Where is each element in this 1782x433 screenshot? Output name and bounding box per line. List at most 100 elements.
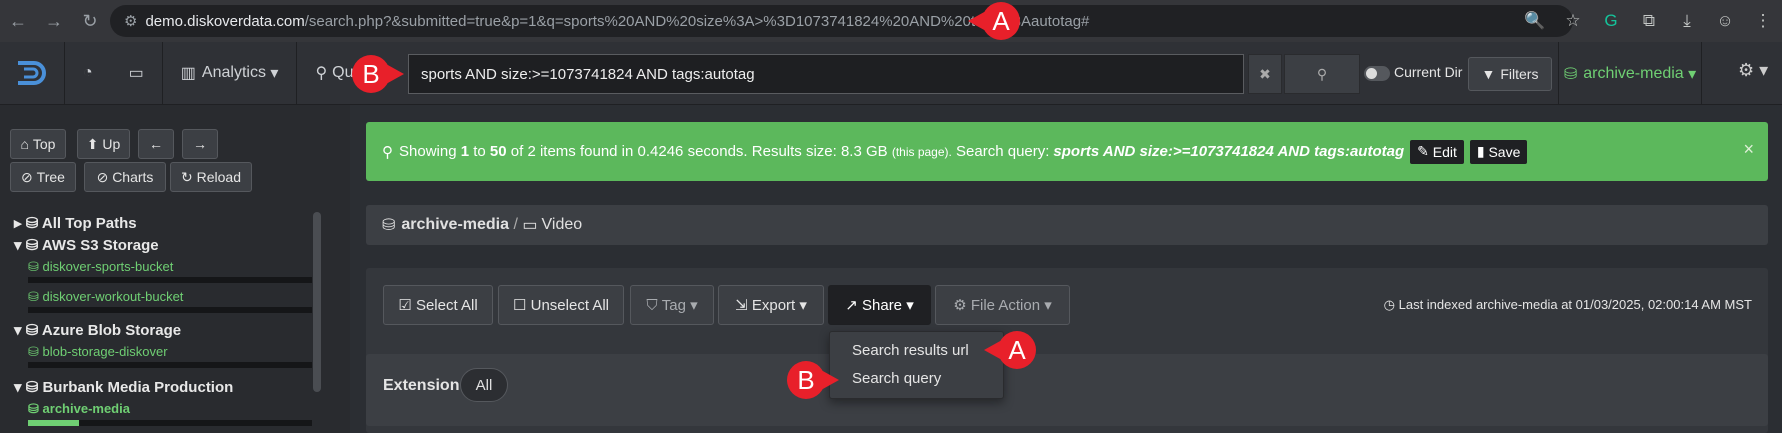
usage-bar <box>28 362 312 368</box>
arrow-left-icon: ← <box>149 136 163 152</box>
eye-slash-icon: ⊘ <box>96 168 109 185</box>
share-search-query[interactable]: Search query <box>852 370 941 387</box>
search-input[interactable]: sports AND size:>=1073741824 AND tags:au… <box>408 54 1244 94</box>
up-button[interactable]: ⬆ Up <box>77 129 130 159</box>
extension-label: Extension <box>383 377 460 394</box>
usage-bar <box>28 307 312 313</box>
close-alert-icon[interactable]: × <box>1743 139 1754 160</box>
share-dropdown: Search results url Search query <box>829 331 1004 399</box>
back-icon[interactable]: ← <box>0 11 36 32</box>
drive-icon: ⛁ <box>25 322 39 339</box>
tag-button[interactable]: ⛉ Tag ▾ <box>630 285 714 325</box>
drive-icon: ⛁ <box>25 379 39 396</box>
tree-toggle-button[interactable]: ⊘ Tree <box>10 162 76 192</box>
download-icon[interactable]: ⤓ <box>1668 11 1706 31</box>
tree-item-burbank[interactable]: ▾ ⛁ Burbank Media Production <box>14 378 233 396</box>
drive-icon: ⛁ <box>28 401 39 416</box>
usage-bar <box>28 277 312 283</box>
tree-leaf-aws-sports[interactable]: ⛁ diskover-sports-bucket <box>28 259 173 275</box>
current-dir-label: Current Dir <box>1394 64 1463 80</box>
back-button[interactable]: ← <box>138 129 174 159</box>
search-results-alert: ⚲ Showing 1 to 50 of 2 items found in 0.… <box>366 122 1768 181</box>
bookmark-star-icon[interactable]: ☆ <box>1554 11 1592 31</box>
refresh-icon: ↻ <box>181 168 193 185</box>
search-query-text: sports AND size:>=1073741824 AND tags:au… <box>1053 143 1405 160</box>
tree-leaf-aws-workout[interactable]: ⛁ diskover-workout-bucket <box>28 289 183 305</box>
share-icon: ↗ <box>845 297 858 314</box>
share-button[interactable]: ↗ Share ▾ <box>828 285 931 325</box>
filters-button[interactable]: ▼ Filters <box>1468 57 1552 91</box>
charts-toggle-button[interactable]: ⊘ Charts <box>84 162 166 192</box>
drive-icon: ⛁ <box>1563 65 1578 83</box>
save-query-button[interactable]: ▮ Save <box>1469 139 1528 164</box>
analytics-menu[interactable]: ▥ Analytics ▾ <box>163 42 297 105</box>
unselect-all-button[interactable]: ☐ Unselect All <box>498 285 624 325</box>
forward-button[interactable]: → <box>182 129 218 159</box>
callout-a-url: A <box>968 2 1020 40</box>
zoom-icon[interactable]: 🔍 <box>1516 11 1554 31</box>
tree-item-aws[interactable]: ▾ ⛁ AWS S3 Storage <box>14 236 159 254</box>
tree-item-all-top-paths[interactable]: ▸ ⛁ All Top Paths <box>14 214 137 232</box>
drive-icon: ⛁ <box>382 217 396 234</box>
top-button[interactable]: ⌂ Top <box>10 129 66 159</box>
dashboard-icon[interactable]: ◔ <box>65 42 111 105</box>
edit-query-button[interactable]: ✎ Edit <box>1410 139 1464 164</box>
drive-icon: ⛁ <box>28 344 39 359</box>
eye-slash-icon: ⊘ <box>21 168 33 185</box>
folder-icon[interactable]: ▭ <box>111 42 162 105</box>
usage-bar <box>28 420 312 426</box>
extensions-icon[interactable]: ⧉ <box>1630 11 1668 31</box>
drive-icon: ⛁ <box>28 289 39 304</box>
drive-icon: ⛁ <box>25 215 39 232</box>
current-dir-toggle[interactable] <box>1364 66 1390 81</box>
cogs-icon: ⚙ <box>953 297 967 314</box>
share-search-results-url[interactable]: Search results url <box>852 342 969 359</box>
chart-icon: ▥ <box>180 65 196 82</box>
home-icon: ⌂ <box>20 136 29 152</box>
sidebar-scrollbar[interactable] <box>313 212 321 392</box>
reload-icon[interactable]: ↻ <box>72 11 108 32</box>
breadcrumb-index[interactable]: archive-media <box>401 216 509 234</box>
diskover-logo[interactable] <box>0 42 64 105</box>
url-domain: demo.diskoverdata.com <box>145 12 305 30</box>
address-bar[interactable]: ⚙ demo.diskoverdata.com/search.php?&subm… <box>110 5 1573 37</box>
drive-icon: ⛁ <box>25 237 39 254</box>
last-indexed-text: ◷ Last indexed archive-media at 01/03/20… <box>1383 297 1752 312</box>
up-arrow-icon: ⬆ <box>86 135 99 152</box>
export-button[interactable]: ⇲ Export ▾ <box>718 285 824 325</box>
clock-icon: ◷ <box>1383 297 1395 312</box>
search-icon: ⚲ <box>315 65 328 82</box>
arrow-right-icon: → <box>193 136 207 152</box>
select-all-button[interactable]: ☑ Select All <box>383 285 493 325</box>
extension-all-pill[interactable]: All <box>460 368 508 402</box>
tree-leaf-archive-media[interactable]: ⛁ archive-media <box>28 401 130 417</box>
breadcrumb: ⛁ archive-media / ▭ Video <box>366 205 1768 245</box>
tree-leaf-azure-blob[interactable]: ⛁ blob-storage-diskover <box>28 344 168 360</box>
file-action-button[interactable]: ⚙ File Action ▾ <box>935 285 1070 325</box>
tree-item-azure[interactable]: ▾ ⛁ Azure Blob Storage <box>14 321 181 339</box>
search-icon: ⚲ <box>382 143 393 161</box>
callout-b-menu: B <box>787 361 839 399</box>
forward-icon[interactable]: → <box>36 11 72 32</box>
callout-a-menu: A <box>984 331 1036 369</box>
extension-row <box>366 354 1768 426</box>
reload-button[interactable]: ↻ Reload <box>170 162 252 192</box>
menu-dots-icon[interactable]: ⋮ <box>1744 11 1782 31</box>
clear-search-button[interactable]: ✖ <box>1248 54 1282 94</box>
folder-icon: ▭ <box>522 217 538 234</box>
checkbox-checked-icon: ☑ <box>398 297 412 314</box>
export-icon: ⇲ <box>735 297 748 314</box>
checkbox-empty-icon: ☐ <box>513 297 527 314</box>
drive-icon: ⛁ <box>28 259 39 274</box>
breadcrumb-folder[interactable]: Video <box>542 216 583 234</box>
filter-icon: ▼ <box>1481 66 1496 82</box>
search-icon: ⚲ <box>1316 65 1328 82</box>
profile-icon[interactable]: ☺ <box>1706 11 1744 31</box>
index-selector[interactable]: ⛁ archive-media ▾ <box>1558 42 1702 105</box>
site-info-icon[interactable]: ⚙ <box>124 12 137 30</box>
grammarly-icon[interactable]: G <box>1592 11 1630 31</box>
callout-b-search: B <box>352 55 404 93</box>
edit-icon: ✎ <box>1417 143 1429 159</box>
settings-gear-icon[interactable]: ⚙ ▾ <box>1738 60 1768 81</box>
search-button[interactable]: ⚲ <box>1284 54 1360 94</box>
